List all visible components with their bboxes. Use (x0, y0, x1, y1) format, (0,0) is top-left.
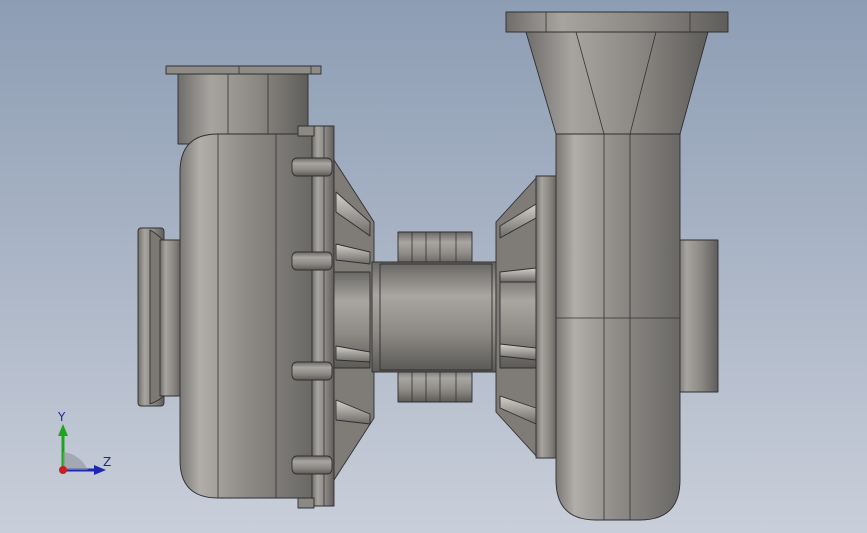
orientation-triad: Y Z (50, 410, 120, 482)
triad-y-label: Y (58, 410, 66, 424)
right-discharge-cone[interactable] (505, 11, 729, 135)
left-volute-casing[interactable] (179, 133, 313, 499)
shaft-coupling[interactable] (371, 231, 497, 403)
right-volute-casing[interactable] (555, 133, 681, 521)
triad-z-label: Z (103, 455, 112, 469)
triad-y-arrow-icon (58, 424, 68, 436)
triad-plane-icon (63, 452, 88, 470)
left-bearing-frame[interactable] (333, 159, 375, 481)
graphics-viewport[interactable]: Y Z (0, 0, 867, 533)
right-suction-pipe[interactable] (675, 239, 719, 393)
right-bearing-frame[interactable] (495, 175, 559, 459)
pump-assembly-model[interactable] (0, 0, 867, 533)
triad-origin-x-icon (59, 466, 67, 474)
left-suction-inlet[interactable] (137, 227, 183, 407)
